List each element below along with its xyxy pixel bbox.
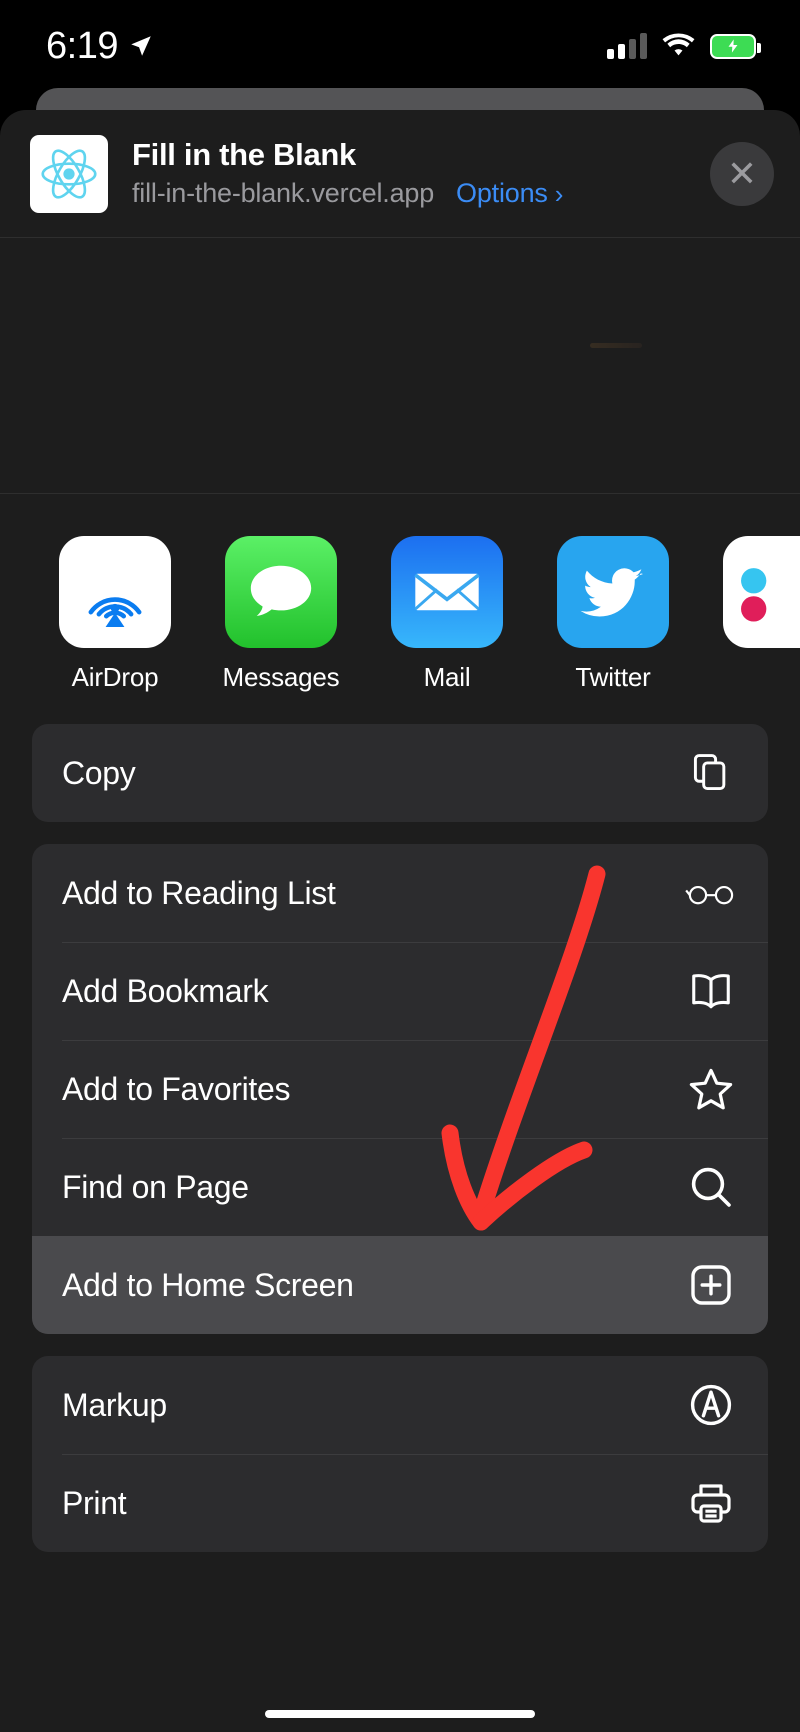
share-sheet-header: Fill in the Blank fill-in-the-blank.verc… [0, 110, 800, 238]
action-row-find-on-page[interactable]: Find on Page [32, 1138, 768, 1236]
share-sheet-header-text: Fill in the Blank fill-in-the-blank.verc… [132, 136, 710, 210]
action-row-add-to-reading-list[interactable]: Add to Reading List [32, 844, 768, 942]
iphone-screen: 6:19 Fill in the Blank fill-in-the-blank… [0, 0, 800, 1732]
options-button[interactable]: Options › [456, 178, 563, 209]
plus-square-icon [684, 1258, 738, 1312]
share-sheet-url: fill-in-the-blank.vercel.app [132, 178, 435, 209]
action-row-add-bookmark[interactable]: Add Bookmark [32, 942, 768, 1040]
action-row-print[interactable]: Print [32, 1454, 768, 1552]
share-target-twitter[interactable]: Twitter [530, 536, 696, 693]
action-label: Find on Page [62, 1168, 249, 1205]
share-sheet-subtitle-row: fill-in-the-blank.vercel.app Options › [132, 178, 710, 209]
share-target-label: Messages [222, 662, 340, 692]
copy-icon [684, 746, 738, 800]
twitter-icon [557, 536, 669, 648]
airdrop-icon [59, 536, 171, 648]
status-bar-left: 6:19 [46, 27, 154, 65]
share-sheet-title: Fill in the Blank [132, 136, 356, 172]
location-arrow-icon [131, 36, 151, 56]
action-row-add-to-home-screen[interactable]: Add to Home Screen [32, 1236, 768, 1334]
status-bar: 6:19 [0, 0, 800, 92]
options-label: Options [456, 178, 548, 209]
action-label: Markup [62, 1386, 167, 1423]
markup-icon [684, 1378, 738, 1432]
chevron-right-icon: › [554, 178, 564, 209]
preview-artifact [590, 343, 642, 348]
share-target-label: Mail [423, 662, 471, 692]
share-targets-row[interactable]: AirDrop Messages Mail Twitter [0, 494, 800, 706]
cellular-bars-icon [607, 33, 647, 59]
action-label: Copy [62, 754, 136, 791]
glasses-icon [684, 866, 738, 920]
action-row-markup[interactable]: Markup [32, 1356, 768, 1454]
share-target-partial[interactable] [696, 536, 800, 662]
action-group-2: Add to Reading List Add Bookmark Add to … [32, 844, 768, 1334]
search-icon [684, 1160, 738, 1214]
star-icon [684, 1062, 738, 1116]
share-target-airdrop[interactable]: AirDrop [32, 536, 198, 693]
share-target-messages[interactable]: Messages [198, 536, 364, 693]
partial-app-icon [723, 536, 800, 648]
action-label: Print [62, 1484, 127, 1521]
page-preview-area [0, 238, 800, 494]
print-icon [684, 1476, 738, 1530]
action-label: Add Bookmark [62, 972, 269, 1009]
action-label: Add to Reading List [62, 874, 336, 911]
close-icon[interactable]: ✕ [710, 141, 774, 206]
share-target-label: AirDrop [71, 662, 159, 692]
share-sheet: Fill in the Blank fill-in-the-blank.verc… [0, 110, 800, 1732]
mail-icon [391, 536, 503, 648]
action-row-add-to-favorites[interactable]: Add to Favorites [32, 1040, 768, 1138]
react-logo-icon [30, 134, 108, 213]
action-group-3: Markup Print [32, 1356, 768, 1552]
action-list: Copy Add to Reading List Add Bookmark Ad… [0, 706, 800, 1552]
wifi-icon [662, 33, 695, 56]
action-row-copy[interactable]: Copy [32, 724, 768, 822]
share-target-label: Twitter [575, 662, 651, 692]
action-group-1: Copy [32, 724, 768, 822]
status-bar-right [607, 33, 761, 59]
battery-charging-icon [710, 33, 761, 59]
home-indicator [265, 1710, 535, 1718]
status-bar-clock: 6:19 [46, 25, 118, 67]
action-label: Add to Home Screen [62, 1266, 354, 1303]
share-target-mail[interactable]: Mail [364, 536, 530, 693]
messages-icon [225, 536, 337, 648]
book-icon [684, 964, 738, 1018]
action-label: Add to Favorites [62, 1070, 291, 1107]
